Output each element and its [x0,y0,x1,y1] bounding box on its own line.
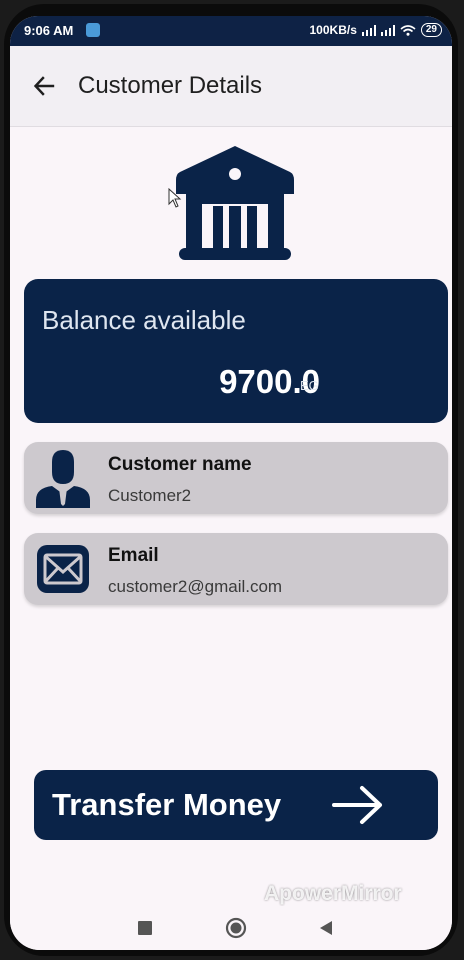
transfer-money-button[interactable]: Transfer Money [34,770,438,840]
customer-name-value: Customer2 [108,486,192,505]
screen: 9:06 AM 100KB/s 29 Customer Details Bala… [10,16,452,950]
watermark: ApowerMirror [264,882,402,905]
app-bar: Customer Details [10,46,452,127]
status-time: 9:06 AM [24,23,74,38]
email-value: customer2@gmail.com [108,577,283,596]
battery-icon: 29 [420,23,442,37]
mouse-cursor-icon [168,188,182,208]
status-indicators: 100KB/s 29 [309,23,442,37]
recents-button[interactable] [133,916,157,940]
signal-icon-2 [380,24,395,36]
system-nav-bar [10,906,452,950]
wifi-icon [400,24,416,36]
envelope-icon [37,545,89,593]
circle-icon [225,917,247,939]
balance-card: Balance available 9700.0 EG [24,279,448,423]
notification-app-icon [86,23,100,37]
bank-icon [176,146,294,260]
customer-name-title: Customer name [108,454,252,475]
page-title: Customer Details [78,72,263,99]
home-button[interactable] [224,916,248,940]
balance-currency: EG [300,378,319,393]
back-button[interactable] [26,68,62,104]
network-speed: 100KB/s [309,23,357,37]
status-bar: 9:06 AM 100KB/s 29 [10,16,452,46]
email-card: Email customer2@gmail.com [24,533,448,605]
arrow-right-icon [332,786,382,824]
triangle-back-icon [320,921,332,935]
email-title: Email [108,545,159,566]
signal-icon [361,24,376,36]
square-icon [138,921,152,935]
customer-name-card: Customer name Customer2 [24,442,448,514]
nav-back-button[interactable] [314,916,338,940]
phone-frame: 9:06 AM 100KB/s 29 Customer Details Bala… [4,4,458,956]
person-icon [36,450,90,508]
transfer-money-label: Transfer Money [52,787,282,822]
arrow-left-icon [33,76,55,96]
balance-label: Balance available [42,305,246,335]
